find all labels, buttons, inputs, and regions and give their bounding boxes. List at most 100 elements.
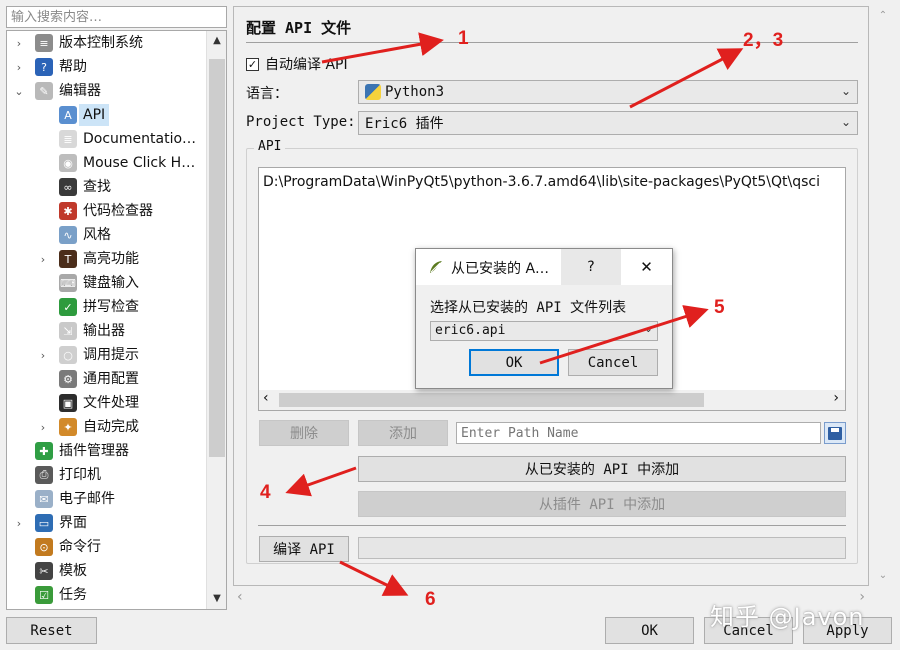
- tree-item[interactable]: ☑ 任务: [7, 583, 207, 607]
- monitor-icon: ▭: [35, 514, 53, 532]
- tree-item[interactable]: ✚ 插件管理器: [7, 439, 207, 463]
- tree-item-label: 模板: [59, 563, 87, 579]
- save-file-icon[interactable]: [824, 422, 846, 444]
- annotation-number: 4: [260, 482, 271, 503]
- tree-item[interactable]: ∞ 查找: [7, 175, 207, 199]
- watermark: 知乎 @Javon: [710, 603, 865, 631]
- editor-icon: ✎: [35, 82, 53, 100]
- tree-item[interactable]: ⎙ 打印机: [7, 463, 207, 487]
- scroll-left-icon[interactable]: ‹: [237, 589, 243, 605]
- tree-item-label: 查找: [83, 179, 111, 195]
- list-item[interactable]: D:\ProgramData\WinPyQt5\python-3.6.7.amd…: [263, 174, 820, 190]
- chevron-right-icon[interactable]: ›: [37, 253, 49, 266]
- page-scrollbar[interactable]: ⌃ ⌄: [873, 6, 893, 586]
- tree-item[interactable]: ≣ Documentatio…: [7, 127, 207, 151]
- close-icon[interactable]: ✕: [621, 249, 672, 285]
- lightbulb-icon: ○: [59, 346, 77, 364]
- tree-item[interactable]: ›? 帮助: [7, 55, 207, 79]
- chevron-right-icon[interactable]: ›: [37, 349, 49, 362]
- tree-item-label: 插件管理器: [59, 443, 129, 459]
- tree-item-label: API: [79, 104, 110, 126]
- task-icon: ☑: [35, 586, 53, 604]
- add-button[interactable]: 添加: [358, 420, 448, 446]
- chevron-down-icon[interactable]: ⌄: [13, 85, 25, 98]
- tree-item-label: 界面: [59, 515, 87, 531]
- annotation-number: 5: [714, 297, 725, 318]
- settings-tree[interactable]: › ≡ 版本控制系统 ›? 帮助 ⌄ ✎ 编辑器 A API ≣ Documentatio… ◉ Mous…: [6, 30, 227, 610]
- scroll-right-icon[interactable]: ›: [833, 390, 839, 406]
- database-icon: ≡: [35, 34, 53, 52]
- chevron-right-icon[interactable]: ›: [13, 37, 25, 50]
- wrench-icon: ⚙: [59, 370, 77, 388]
- tree-item[interactable]: ⚙ 通用配置: [7, 367, 207, 391]
- delete-button[interactable]: 删除: [259, 420, 349, 446]
- auto-compile-option[interactable]: ✓ 自动编译 API: [246, 54, 348, 74]
- scroll-left-icon[interactable]: ‹: [263, 390, 269, 406]
- tree-item[interactable]: ⌄ ✎ 编辑器: [7, 79, 207, 103]
- style-icon: ∿: [59, 226, 77, 244]
- project-type-select[interactable]: Eric6 插件 ⌄: [358, 111, 858, 135]
- scroll-down-icon[interactable]: ⌄: [873, 566, 893, 586]
- chevron-right-icon[interactable]: ›: [13, 517, 25, 530]
- tree-item[interactable]: › ≡ 版本控制系统: [7, 31, 207, 55]
- ok-button[interactable]: OK: [605, 617, 694, 644]
- tree-item[interactable]: › ○ 调用提示: [7, 343, 207, 367]
- tree-item-label: 键盘输入: [83, 275, 139, 291]
- tree-item[interactable]: › ▭ 界面: [7, 511, 207, 535]
- select-installed-api-dialog: 从已安装的 A… ? ✕ 选择从已安装的 API 文件列表 eric6.api …: [415, 248, 673, 389]
- language-label: 语言：: [246, 86, 288, 102]
- hscroll-thumb[interactable]: [279, 393, 704, 407]
- language-value: Python3: [385, 84, 445, 100]
- chevron-right-icon[interactable]: ›: [37, 421, 49, 434]
- search-input[interactable]: [6, 6, 227, 28]
- tree-item-label: Documentatio…: [83, 131, 197, 147]
- add-plugin-api-button[interactable]: 从插件 API 中添加: [358, 491, 846, 517]
- tree-scroll-thumb[interactable]: [209, 59, 225, 457]
- path-input[interactable]: [456, 422, 821, 444]
- tree-item-label: Mouse Click H…: [83, 155, 196, 171]
- divider: [258, 525, 846, 526]
- scroll-up-icon[interactable]: ⌃: [873, 6, 893, 26]
- tree-scrollbar[interactable]: ▲ ▼: [206, 31, 226, 609]
- tree-item[interactable]: ⊙ 命令行: [7, 535, 207, 559]
- dialog-cancel-button[interactable]: Cancel: [568, 349, 658, 376]
- annotation-number: 1: [458, 28, 469, 49]
- tree-item-label: 打印机: [59, 467, 101, 483]
- terminal-icon: ⊙: [35, 538, 53, 556]
- scroll-up-icon[interactable]: ▲: [207, 31, 226, 51]
- tree-item[interactable]: ✓ 拼写检查: [7, 295, 207, 319]
- compile-api-button[interactable]: 编译 API: [259, 536, 349, 562]
- tree-item[interactable]: › ✦ 自动完成: [7, 415, 207, 439]
- scroll-down-icon[interactable]: ▼: [207, 589, 226, 609]
- tree-item[interactable]: › T 高亮功能: [7, 247, 207, 271]
- tree-item-label: 风格: [83, 227, 111, 243]
- help-icon[interactable]: ?: [561, 249, 621, 285]
- eric-logo-icon: [428, 259, 444, 275]
- installed-api-select[interactable]: eric6.api ⌄: [430, 321, 658, 341]
- document-icon: ≣: [59, 130, 77, 148]
- chevron-right-icon[interactable]: ›: [13, 61, 25, 74]
- tree-item[interactable]: ✂ 模板: [7, 559, 207, 583]
- tree-item[interactable]: ⌨ 键盘输入: [7, 271, 207, 295]
- auto-compile-checkbox[interactable]: ✓: [246, 57, 259, 71]
- project-type-label: Project Type:: [246, 114, 356, 130]
- scissors-icon: ✂: [35, 562, 53, 580]
- tree-item-label: 自动完成: [83, 419, 139, 435]
- tree-item[interactable]: ⇲ 输出器: [7, 319, 207, 343]
- dialog-titlebar: 从已安装的 A… ? ✕: [416, 249, 672, 285]
- reset-button[interactable]: Reset: [6, 617, 97, 644]
- tree-item[interactable]: ✉ 电子邮件: [7, 487, 207, 511]
- tree-item[interactable]: ∿ 风格: [7, 223, 207, 247]
- chevron-down-icon: ⌄: [643, 322, 653, 335]
- dialog-title: 从已安装的 A…: [451, 261, 550, 277]
- keyboard-icon: ⌨: [59, 274, 77, 292]
- tree-item[interactable]: ◉ Mouse Click H…: [7, 151, 207, 175]
- api-group-label: API: [254, 139, 286, 154]
- tree-item[interactable]: A API: [7, 103, 207, 127]
- tree-item[interactable]: ✱ 代码检查器: [7, 199, 207, 223]
- language-select[interactable]: Python3 ⌄: [358, 80, 858, 104]
- tree-item[interactable]: ▣ 文件处理: [7, 391, 207, 415]
- api-list-hscrollbar[interactable]: ‹ ›: [259, 390, 845, 410]
- dialog-ok-button[interactable]: OK: [469, 349, 559, 376]
- add-installed-api-button[interactable]: 从已安装的 API 中添加: [358, 456, 846, 482]
